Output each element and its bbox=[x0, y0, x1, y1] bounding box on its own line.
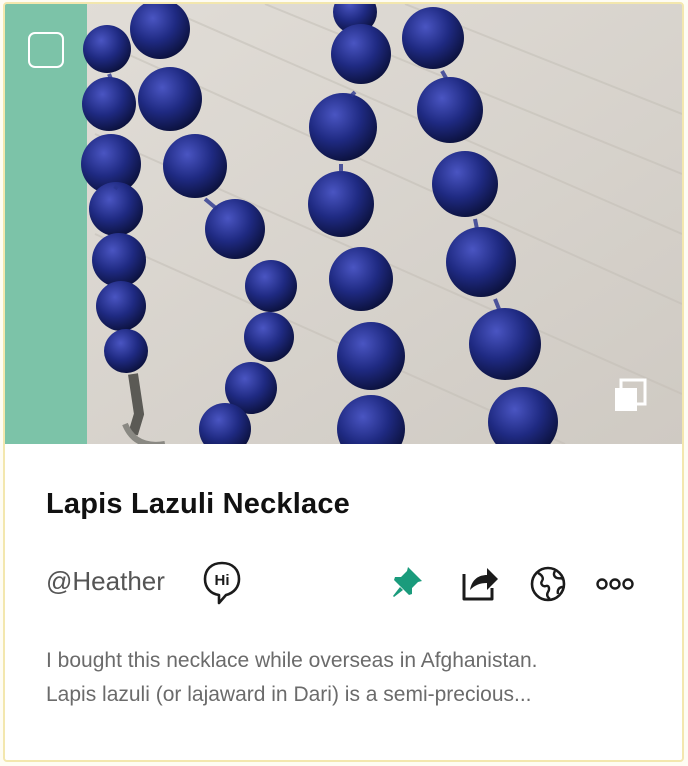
description-line: Lapis lazuli (or lajaward in Dari) is a … bbox=[46, 683, 532, 706]
globe-icon[interactable] bbox=[529, 565, 567, 603]
post-photo[interactable] bbox=[5, 4, 682, 444]
post-description: I bought this necklace while overseas in… bbox=[46, 644, 656, 712]
necklace-photo bbox=[5, 4, 682, 444]
pin-icon[interactable] bbox=[389, 564, 425, 600]
author-handle[interactable]: @Heather bbox=[46, 566, 165, 597]
post-title: Lapis Lazuli Necklace bbox=[46, 488, 350, 520]
select-checkbox-icon[interactable] bbox=[28, 32, 64, 68]
description-line: I bought this necklace while overseas in… bbox=[46, 649, 538, 672]
hi-label: Hi bbox=[215, 572, 230, 589]
post-card[interactable]: Lapis Lazuli Necklace @Heather Hi I boug… bbox=[3, 2, 684, 762]
multiple-images-icon bbox=[612, 378, 648, 414]
share-icon[interactable] bbox=[460, 564, 500, 602]
hi-speech-bubble-icon[interactable]: Hi bbox=[202, 560, 242, 606]
more-options-icon[interactable] bbox=[596, 574, 636, 594]
